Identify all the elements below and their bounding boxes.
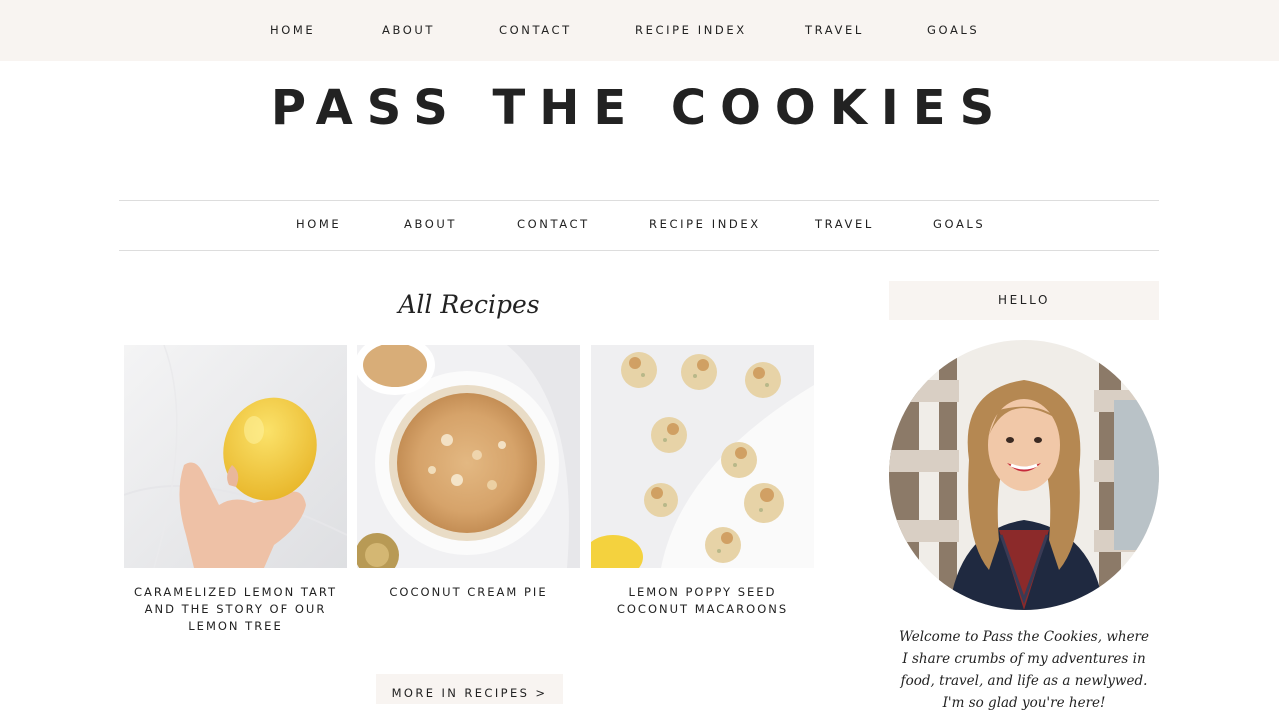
nav-top-divider xyxy=(119,200,1159,201)
top-nav-home[interactable]: HOME xyxy=(270,23,315,37)
more-recipes-button[interactable]: MORE IN RECIPES > xyxy=(376,674,563,704)
top-nav-goals[interactable]: GOALS xyxy=(927,23,979,37)
sidebar-heading: HELLO xyxy=(889,281,1159,320)
recipe-title[interactable]: COCONUT CREAM PIE xyxy=(357,584,580,601)
welcome-text: Welcome to Pass the Cookies, where I sha… xyxy=(898,629,1150,711)
top-nav-travel[interactable]: TRAVEL xyxy=(805,23,864,37)
top-navigation-bar: HOME ABOUT CONTACT RECIPE INDEX TRAVEL G… xyxy=(0,0,1279,61)
recipe-image-lemon[interactable] xyxy=(124,345,347,568)
top-nav-about[interactable]: ABOUT xyxy=(382,23,435,37)
recipe-title[interactable]: CARAMELIZED LEMON TART AND THE STORY OF … xyxy=(124,584,347,635)
top-nav-contact[interactable]: CONTACT xyxy=(499,23,572,37)
section-heading: All Recipes xyxy=(398,290,540,319)
recipe-card: LEMON POPPY SEED COCONUT MACAROONS xyxy=(591,345,814,618)
recipe-image-macaroons[interactable] xyxy=(591,345,814,568)
recipe-title[interactable]: LEMON POPPY SEED COCONUT MACAROONS xyxy=(591,584,814,618)
recipe-card: CARAMELIZED LEMON TART AND THE STORY OF … xyxy=(124,345,347,635)
recipe-card: COCONUT CREAM PIE xyxy=(357,345,580,601)
top-nav-recipe-index[interactable]: RECIPE INDEX xyxy=(635,23,747,37)
main-nav-travel[interactable]: TRAVEL xyxy=(815,217,874,231)
main-nav-about[interactable]: ABOUT xyxy=(404,217,457,231)
main-nav-contact[interactable]: CONTACT xyxy=(517,217,590,231)
nav-bottom-divider xyxy=(119,250,1159,251)
site-title[interactable]: PASS THE COOKIES xyxy=(0,80,1279,136)
main-nav-home[interactable]: HOME xyxy=(296,217,341,231)
author-avatar xyxy=(889,340,1159,610)
main-nav-recipe-index[interactable]: RECIPE INDEX xyxy=(649,217,761,231)
recipe-image-coconut-pie[interactable] xyxy=(357,345,580,568)
main-nav-goals[interactable]: GOALS xyxy=(933,217,985,231)
